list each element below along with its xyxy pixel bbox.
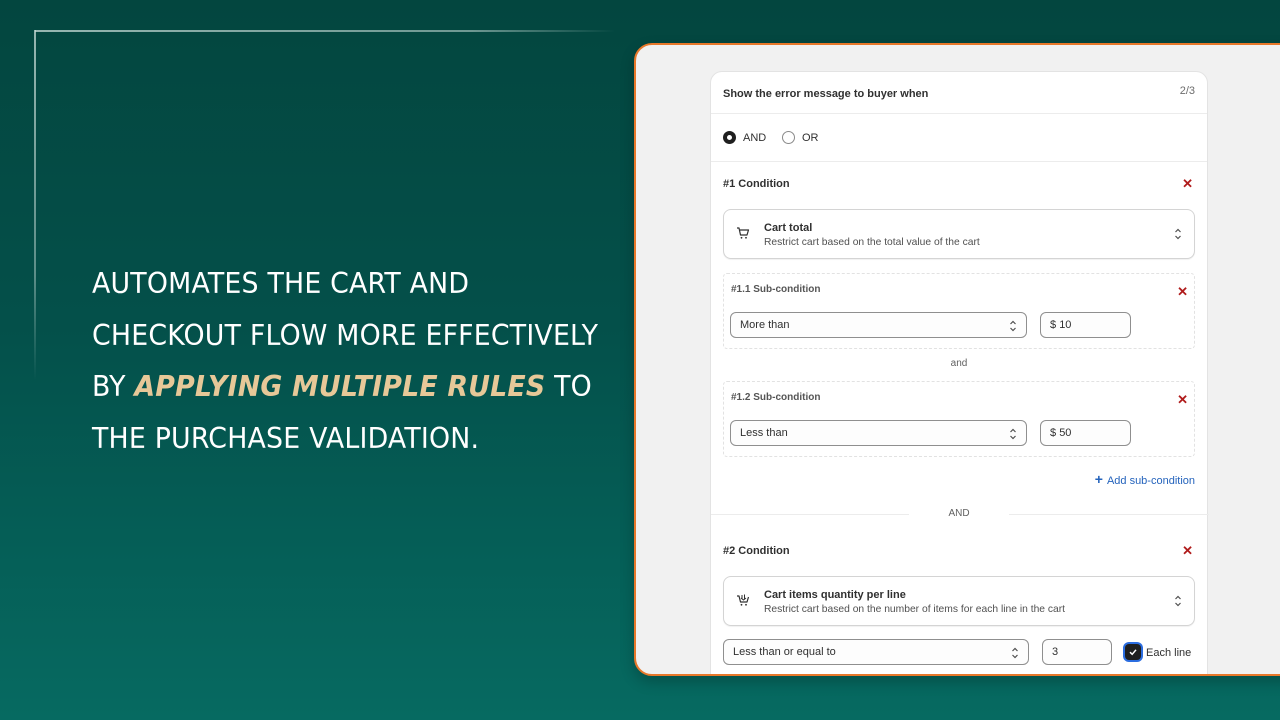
chevron-up-down-icon [1175,228,1181,240]
add-sub-condition-link[interactable]: + Add sub-condition [1095,471,1195,487]
decorative-frame-top [35,30,615,32]
quantity-value: 3 [1052,646,1059,658]
condition-2-heading: #2 Condition [723,545,790,557]
headline-line-4: THE PURCHASE VALIDATION. [92,421,480,455]
each-line-checkbox[interactable] [1125,644,1141,660]
condition-2-type-description: Restrict cart based on the number of ite… [764,604,1066,615]
cart-icon [737,227,750,239]
headline-line-3-post: TO [545,370,592,403]
radio-or-label: OR [802,131,819,144]
headline-line-3-pre: BY [92,370,135,403]
chevron-up-down-icon [1010,320,1016,332]
app-screenshot-panel: Show the error message to buyer when 2/3… [634,43,1280,676]
cart-items-icon [737,594,750,606]
sub-condition-1-2-operator-select[interactable]: Less than [730,420,1027,446]
card-title: Show the error message to buyer when [723,88,929,100]
step-indicator: 2/3 [1179,85,1195,97]
sub-condition-1-1-operator-select[interactable]: More than [730,312,1027,338]
condition-2-type-select[interactable]: Cart items quantity per line Restrict ca… [723,576,1195,626]
add-sub-condition-label: Add sub-condition [1106,475,1195,487]
operator-value: Less than or equal to [733,646,836,658]
condition-2-operator-select[interactable]: Less than or equal to [723,639,1029,665]
radio-selected-icon [723,131,736,144]
remove-condition-1-close-icon[interactable]: ✕ [1182,177,1193,190]
radio-or[interactable]: OR [782,131,819,144]
operator-value: Less than [740,427,788,439]
checkmark-icon [1129,649,1137,656]
headline-line-1: AUTOMATES THE CART AND [92,267,470,300]
headline-line-3: BY APPLYING MULTIPLE RULES TO [92,361,600,413]
condition-2-type-title: Cart items quantity per line [764,589,906,601]
headline-line-2: CHECKOUT FLOW MORE EFFECTIVELY [92,318,599,352]
condition-1-type-select[interactable]: Cart total Restrict cart based on the to… [723,209,1195,259]
chevron-up-down-icon [1175,595,1181,607]
condition-1-type-title: Cart total [764,222,813,234]
condition-joiner-divider: AND [711,508,1209,522]
sub-condition-1-2: #1.2 Sub-condition ✕ Less than $ 50 [723,381,1195,457]
remove-sub-condition-1-2-close-icon[interactable]: ✕ [1177,393,1188,406]
condition-1-heading: #1 Condition [723,178,790,190]
logic-radio-group: AND OR [711,114,1207,162]
currency-symbol: $ [1050,319,1057,331]
headline-highlight: APPLYING MULTIPLE RULES [134,370,546,403]
plus-icon: + [1094,471,1103,487]
radio-and-label: AND [743,131,767,144]
currency-symbol: $ [1050,427,1057,439]
condition-2-quantity-input[interactable]: 3 [1042,639,1112,665]
radio-unselected-icon [782,131,795,144]
rule-conditions-card: Show the error message to buyer when 2/3… [710,71,1209,674]
card-header: Show the error message to buyer when 2/3 [711,72,1207,114]
operator-value: More than [740,319,790,331]
sub-condition-1-1-amount-input[interactable]: $ 10 [1040,312,1131,338]
remove-condition-2-close-icon[interactable]: ✕ [1182,544,1193,557]
divider-line-right [1009,514,1209,515]
radio-and[interactable]: AND [723,131,766,144]
each-line-label: Each line [1146,647,1192,659]
condition-1-type-description: Restrict cart based on the total value o… [764,237,980,248]
sub-condition-joiner: and [950,358,968,369]
amount-value: 10 [1059,319,1072,331]
sub-condition-1-1-heading: #1.1 Sub-condition [731,284,821,295]
sub-condition-1-2-heading: #1.2 Sub-condition [731,392,821,403]
decorative-frame-left [34,30,36,380]
chevron-up-down-icon [1010,428,1016,440]
headline: AUTOMATES THE CART AND CHECKOUT FLOW MOR… [92,258,600,464]
sub-condition-1-2-amount-input[interactable]: $ 50 [1040,420,1131,446]
amount-value: 50 [1059,427,1072,439]
remove-sub-condition-1-1-close-icon[interactable]: ✕ [1177,285,1188,298]
sub-condition-1-1: #1.1 Sub-condition ✕ More than $ 10 [723,273,1195,349]
chevron-up-down-icon [1012,647,1018,659]
